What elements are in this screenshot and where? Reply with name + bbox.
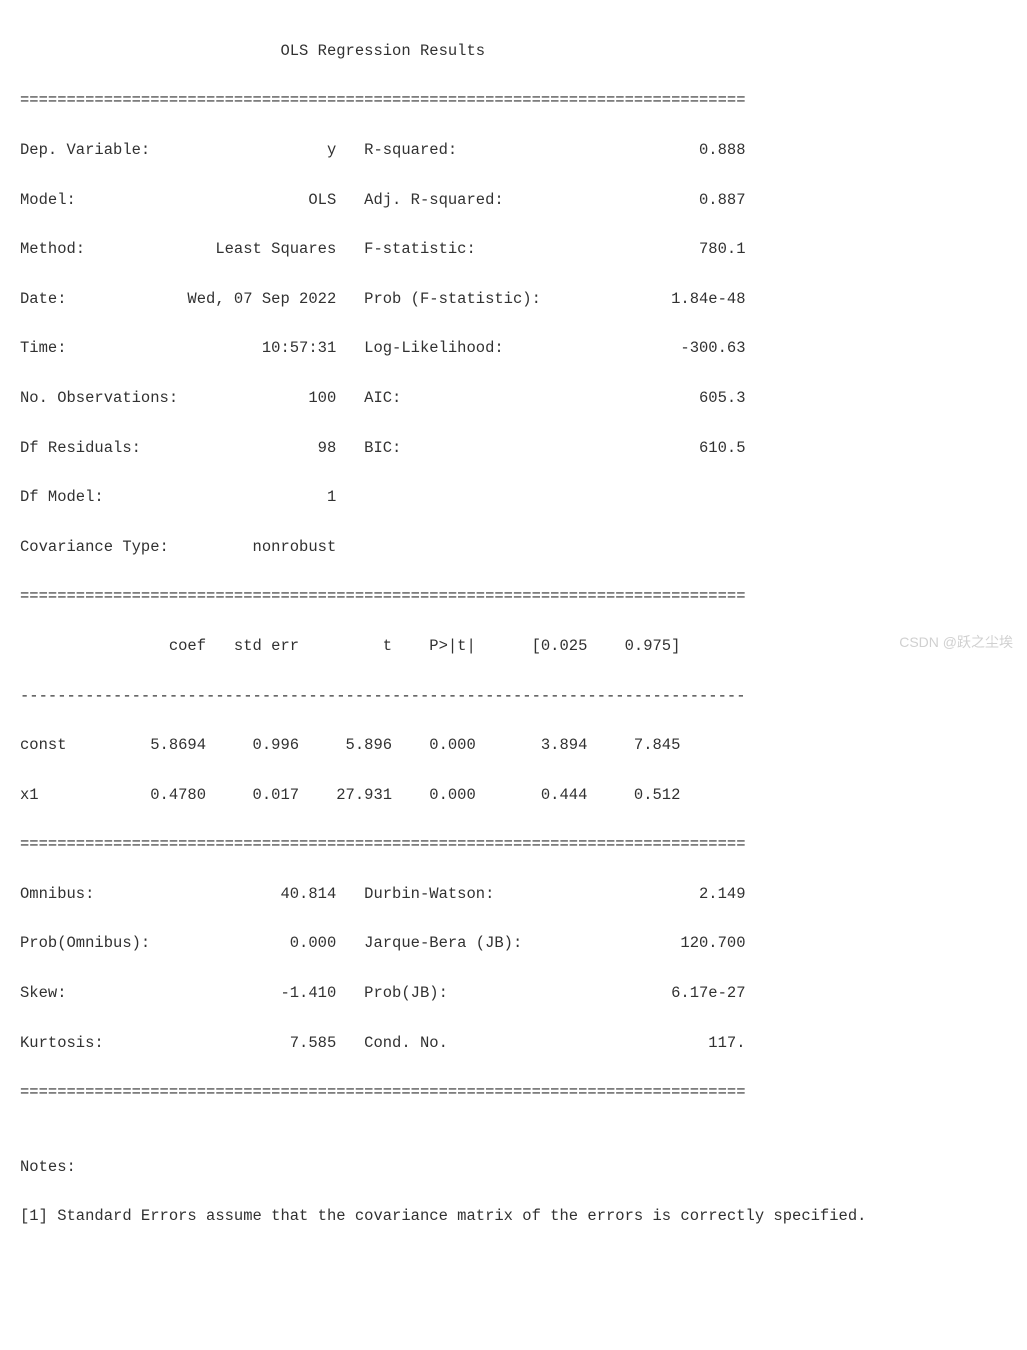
hr-4: ========================================… xyxy=(20,1080,1007,1105)
sec1-row2: Method: Least Squares F-statistic: 780.1 xyxy=(20,237,1007,262)
sec1-row0: Dep. Variable: y R-squared: 0.888 xyxy=(20,138,1007,163)
sec3-row0: Omnibus: 40.814 Durbin-Watson: 2.149 xyxy=(20,882,1007,907)
dash-1: ----------------------------------------… xyxy=(20,684,1007,709)
sec1-row4: Time: 10:57:31 Log-Likelihood: -300.63 xyxy=(20,336,1007,361)
sec1-row7: Df Model: 1 xyxy=(20,485,1007,510)
notes-line1: [1] Standard Errors assume that the cova… xyxy=(20,1204,1007,1229)
sec1-row3: Date: Wed, 07 Sep 2022 Prob (F-statistic… xyxy=(20,287,1007,312)
hr-1: ========================================… xyxy=(20,88,1007,113)
coef-header: coef std err t P>|t| [0.025 0.975] xyxy=(20,634,1007,659)
sec1-row8: Covariance Type: nonrobust xyxy=(20,535,1007,560)
hr-2: ========================================… xyxy=(20,584,1007,609)
sec3-row1: Prob(Omnibus): 0.000 Jarque-Bera (JB): 1… xyxy=(20,931,1007,956)
hr-3: ========================================… xyxy=(20,832,1007,857)
coef-row-const: const 5.8694 0.996 5.896 0.000 3.894 7.8… xyxy=(20,733,1007,758)
watermark: CSDN @跃之尘埃 xyxy=(899,631,1013,653)
sec1-row5: No. Observations: 100 AIC: 605.3 xyxy=(20,386,1007,411)
sec1-row6: Df Residuals: 98 BIC: 610.5 xyxy=(20,436,1007,461)
title-line: OLS Regression Results xyxy=(20,39,1007,64)
sec1-row1: Model: OLS Adj. R-squared: 0.887 xyxy=(20,188,1007,213)
notes-label: Notes: xyxy=(20,1155,1007,1180)
sec3-row2: Skew: -1.410 Prob(JB): 6.17e-27 xyxy=(20,981,1007,1006)
sec3-row3: Kurtosis: 7.585 Cond. No. 117. xyxy=(20,1031,1007,1056)
coef-row-x1: x1 0.4780 0.017 27.931 0.000 0.444 0.512 xyxy=(20,783,1007,808)
